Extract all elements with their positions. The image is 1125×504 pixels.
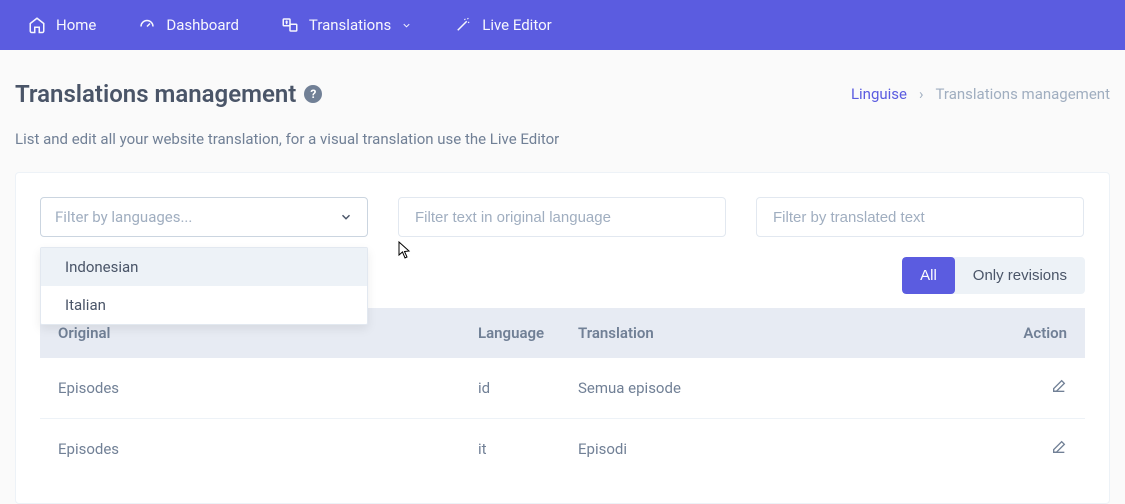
translations-icon	[281, 16, 299, 34]
nav-label: Dashboard	[166, 16, 239, 34]
edit-icon[interactable]	[1051, 378, 1067, 394]
cell-translation: Semua episode	[578, 379, 987, 397]
page-header: Translations management ? Linguise › Tra…	[0, 50, 1125, 108]
breadcrumb-link[interactable]: Linguise	[851, 85, 907, 103]
nav-label: Live Editor	[482, 16, 551, 34]
language-filter-placeholder: Filter by languages...	[55, 208, 192, 226]
table-row: Episodes id Semua episode	[40, 358, 1085, 419]
top-navbar: Home Dashboard Translations Live Editor	[0, 0, 1125, 50]
page-title-group: Translations management ?	[15, 80, 322, 108]
nav-label: Home	[56, 16, 96, 34]
translated-text-filter-input[interactable]	[756, 197, 1084, 237]
chevron-down-icon	[401, 20, 412, 31]
language-filter-wrap: Filter by languages... Indonesian Italia…	[40, 197, 368, 237]
cell-translation: Episodi	[578, 440, 987, 458]
cell-language: it	[478, 440, 578, 458]
nav-label: Translations	[309, 16, 391, 34]
th-action: Action	[987, 324, 1067, 342]
th-translation: Translation	[578, 324, 987, 342]
home-icon	[28, 16, 46, 34]
cell-original: Episodes	[58, 440, 478, 458]
dashboard-icon	[138, 16, 156, 34]
translations-table: Original Language Translation Action Epi…	[40, 308, 1085, 479]
language-filter-select[interactable]: Filter by languages...	[40, 197, 368, 237]
toggle-revisions-button[interactable]: Only revisions	[955, 257, 1085, 294]
edit-icon[interactable]	[1051, 439, 1067, 455]
th-original: Original	[58, 324, 478, 342]
breadcrumb-sep: ›	[919, 85, 924, 103]
nav-live-editor[interactable]: Live Editor	[436, 8, 569, 42]
wand-icon	[454, 16, 472, 34]
cell-action	[987, 378, 1067, 398]
original-text-filter-input[interactable]	[398, 197, 726, 237]
dropdown-option-italian[interactable]: Italian	[41, 286, 367, 324]
dropdown-option-indonesian[interactable]: Indonesian	[41, 248, 367, 286]
filters-row: Filter by languages... Indonesian Italia…	[40, 197, 1085, 237]
page-title: Translations management	[15, 80, 296, 108]
chevron-down-icon	[339, 210, 353, 224]
filters-card: Filter by languages... Indonesian Italia…	[15, 172, 1110, 504]
nav-home[interactable]: Home	[10, 8, 114, 42]
th-language: Language	[478, 324, 578, 342]
nav-translations[interactable]: Translations	[263, 8, 430, 42]
table-row: Episodes it Episodi	[40, 419, 1085, 479]
breadcrumb-current: Translations management	[936, 85, 1110, 103]
revision-toggle-group: All Only revisions	[902, 257, 1085, 294]
breadcrumb: Linguise › Translations management	[851, 85, 1110, 103]
cell-language: id	[478, 379, 578, 397]
nav-dashboard[interactable]: Dashboard	[120, 8, 257, 42]
toggle-all-button[interactable]: All	[902, 257, 955, 294]
cell-original: Episodes	[58, 379, 478, 397]
language-dropdown: Indonesian Italian	[40, 247, 368, 325]
page-subtitle: List and edit all your website translati…	[0, 108, 1125, 148]
help-icon[interactable]: ?	[304, 85, 322, 103]
cell-action	[987, 439, 1067, 459]
